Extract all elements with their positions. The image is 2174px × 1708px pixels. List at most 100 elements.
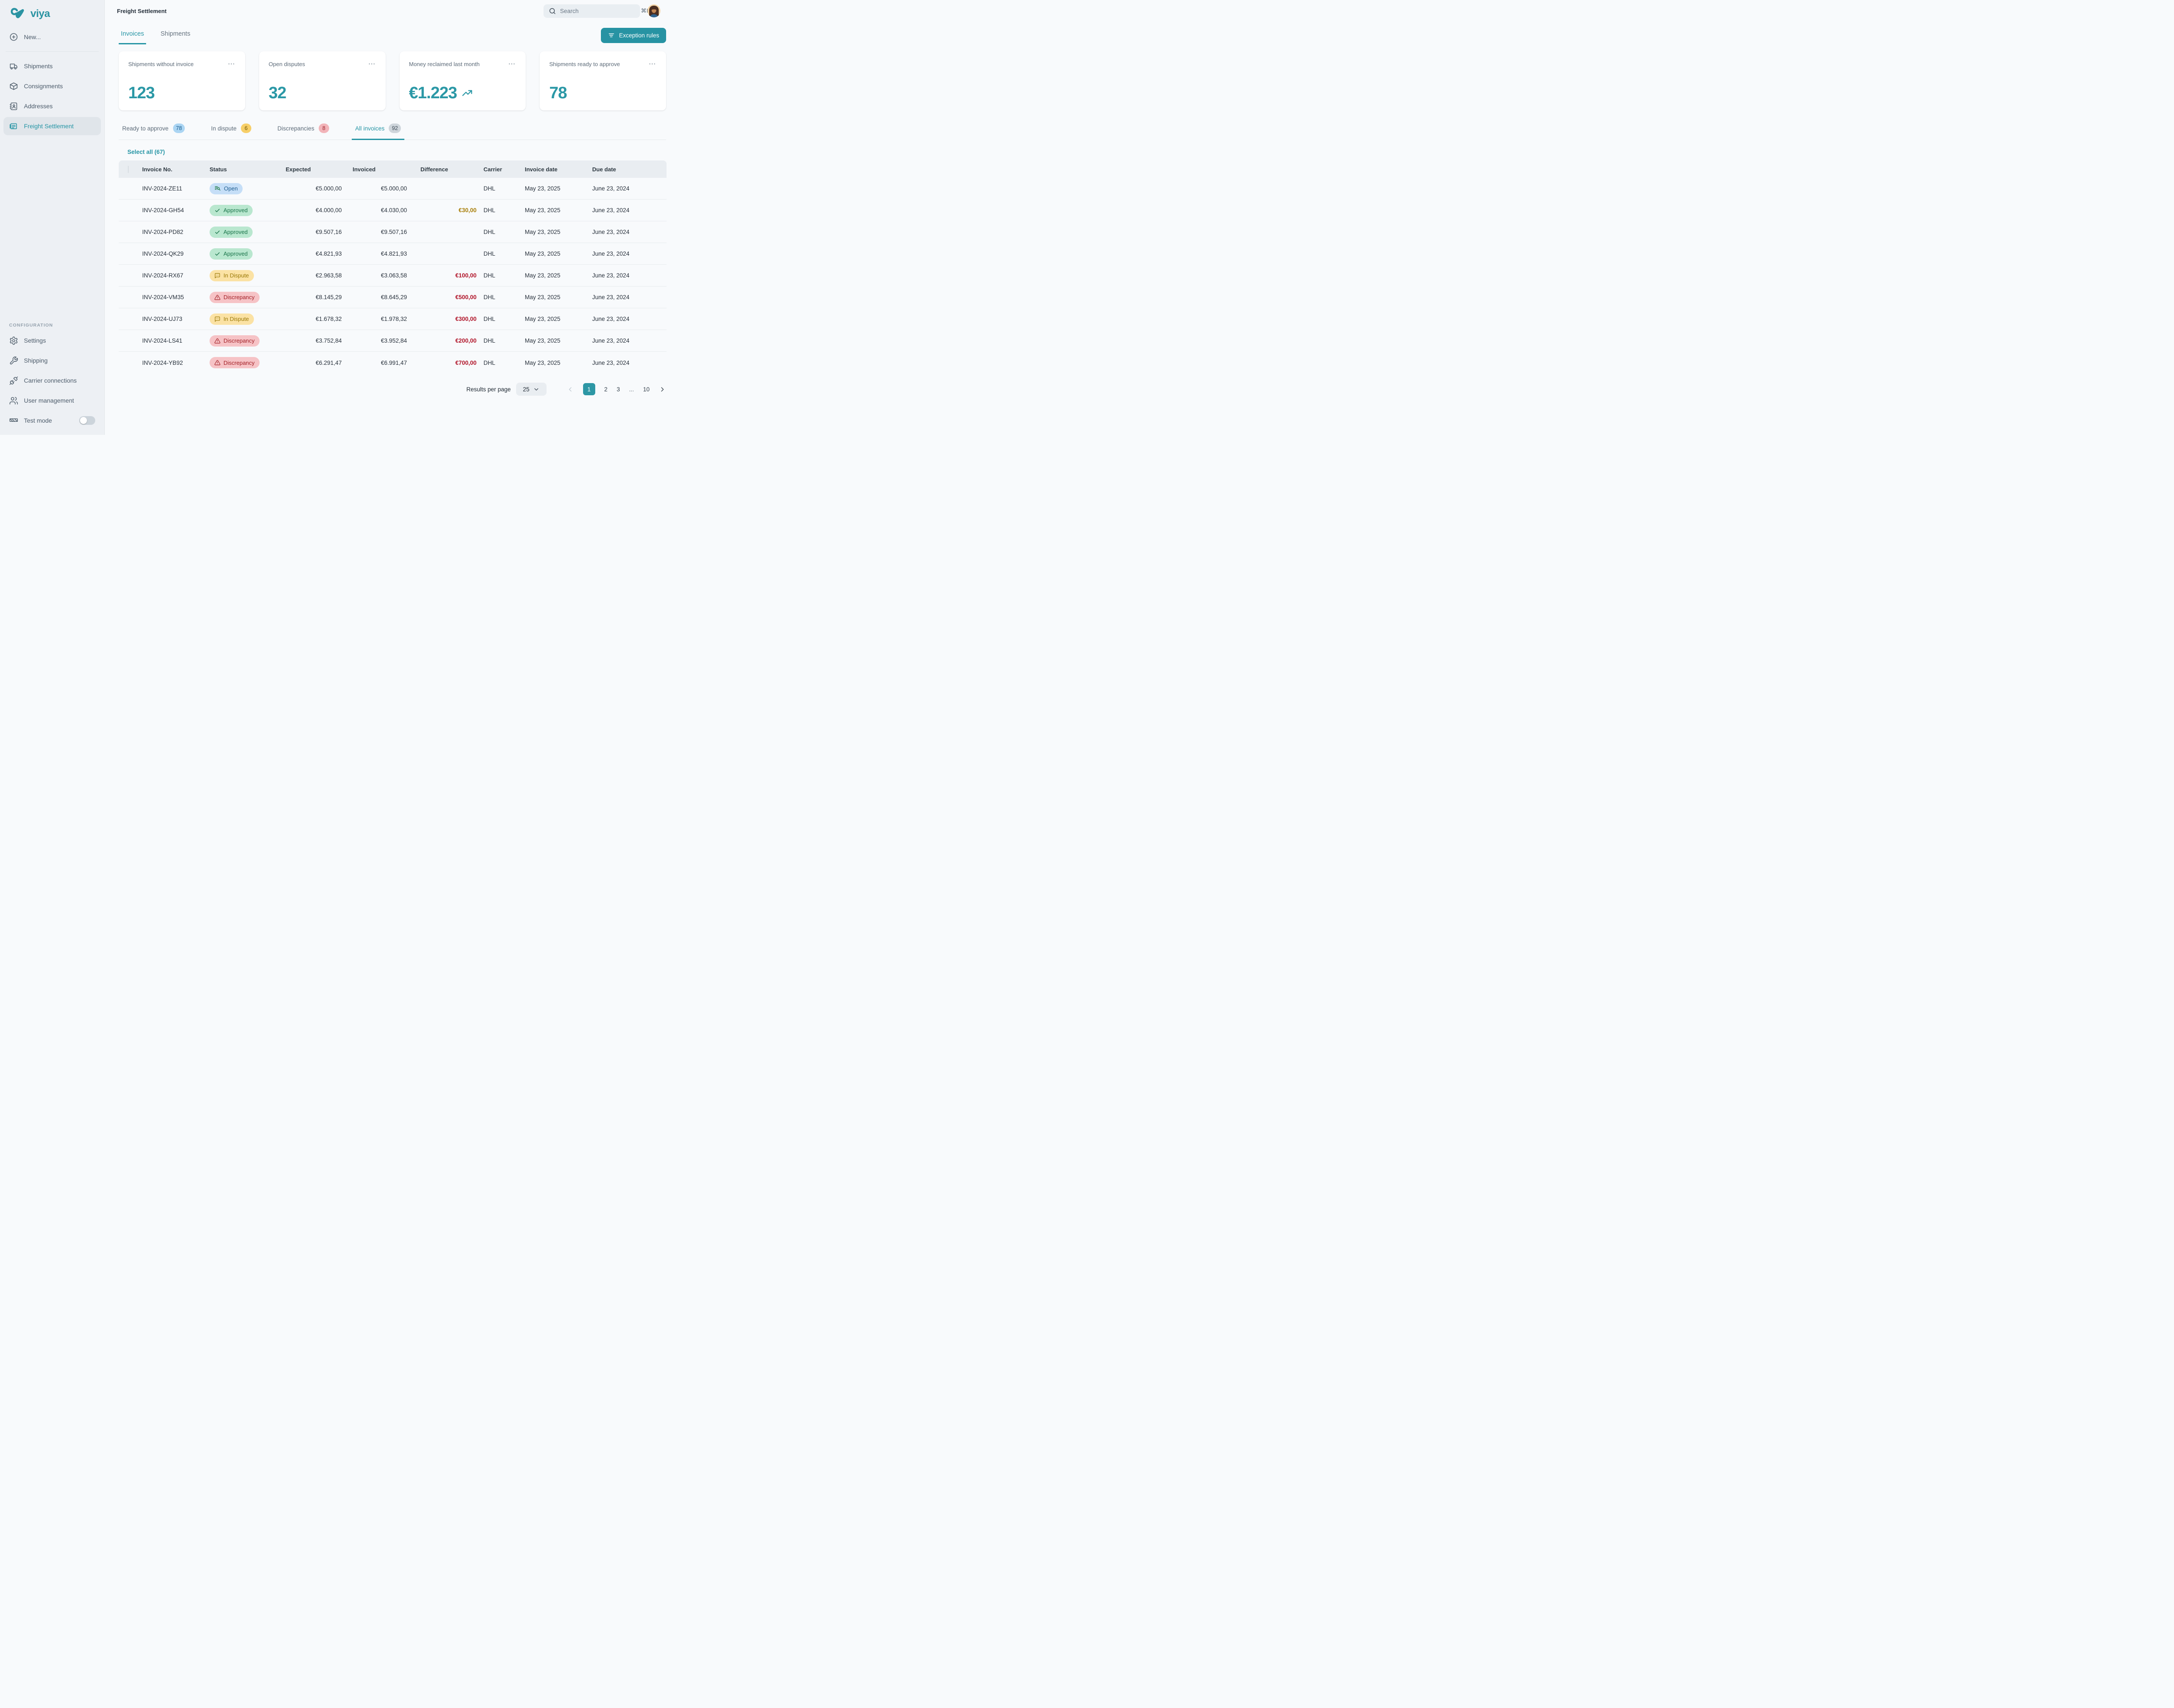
chevron-right-icon[interactable] [659,386,666,393]
card-menu-icon[interactable] [507,60,516,68]
cell-invoice-no: INV-2024-UJ73 [142,316,210,322]
main-content: Freight Settlement ⌘K [105,0,670,396]
sidebar-item-freight-settlement[interactable]: Freight Settlement [3,117,101,135]
tab-shipments[interactable]: Shipments [158,28,193,43]
cell-carrier: DHL [483,316,525,322]
filter-tab-all-invoices[interactable]: All invoices 92 [352,122,404,140]
check-icon [214,251,220,257]
users-icon [9,396,18,405]
status-badge: Discrepancy [210,335,260,347]
page-button-2[interactable]: 2 [604,386,608,393]
unplug-icon [9,376,18,385]
cell-difference: €30,00 [414,207,483,214]
status-badge: In Dispute [210,270,254,281]
per-page-select[interactable]: 25 [516,383,547,396]
cell-carrier: DHL [483,229,525,235]
per-page-value: 25 [523,386,530,393]
card-menu-icon[interactable] [367,60,376,68]
results-per-page-label: Results per page [467,386,511,393]
tab-invoices[interactable]: Invoices [119,28,146,44]
cell-due-date: June 23, 2024 [592,337,667,344]
exception-rules-button[interactable]: Exception rules [601,28,666,43]
col-invoiced: Invoiced [349,166,414,173]
cell-difference: €700,00 [414,360,483,366]
status-badge: Approved [210,227,253,238]
cell-carrier: DHL [483,250,525,257]
brand-logo[interactable]: viya [0,0,104,27]
count-badge: 92 [389,123,401,133]
primary-tabs: Invoices Shipments Exception rules [105,22,670,44]
sidebar-item-label: User management [24,397,74,404]
alert-triangle-icon [214,294,220,300]
sidebar: viya New... Shipments Consignments [0,0,105,435]
filter-tab-discrepancies[interactable]: Discrepancies 8 [274,122,333,140]
sidebar-item-consignments[interactable]: Consignments [3,77,101,95]
col-invoice-no: Invoice No. [142,166,210,173]
page-button-1[interactable]: 1 [583,383,595,395]
global-search[interactable]: ⌘K [544,4,640,18]
page-ellipsis: ... [629,386,634,393]
status-badge: Open [210,183,243,194]
select-all-link[interactable]: Select all (67) [127,149,666,155]
message-square-icon [214,273,220,279]
select-all-checkbox[interactable] [128,166,129,173]
page-button-10[interactable]: 10 [643,386,650,393]
table-header: Invoice No. Status Expected Invoiced Dif… [119,160,667,178]
test-mode-toggle[interactable] [79,416,95,425]
sidebar-item-test-mode: Test mode [3,411,101,430]
filter-tab-ready-to-approve[interactable]: Ready to approve 78 [119,122,188,140]
cell-invoiced: €5.000,00 [349,185,414,192]
viya-logo-icon [10,7,27,21]
sidebar-item-shipments[interactable]: Shipments [3,57,101,75]
cell-invoiced: €3.952,84 [349,337,414,344]
cell-due-date: June 23, 2024 [592,185,667,192]
cell-invoice-date: May 23, 2025 [525,207,592,214]
configuration-section-label: CONFIGURATION [0,323,104,330]
cell-invoiced: €6.991,47 [349,360,414,366]
search-input[interactable] [560,8,637,14]
invoice-icon [9,122,18,131]
sidebar-item-user-management[interactable]: User management [3,391,101,410]
sidebar-item-new[interactable]: New... [3,28,101,46]
card-menu-icon[interactable] [648,60,657,68]
chevron-down-icon [533,386,540,393]
stat-card-shipments-without-invoice: Shipments without invoice 123 [119,51,245,110]
exception-rules-label: Exception rules [619,32,659,39]
sidebar-item-shipping[interactable]: Shipping [3,351,101,370]
cell-invoiced: €9.507,16 [349,229,414,235]
sidebar-item-addresses[interactable]: Addresses [3,97,101,115]
cell-expected: €4.000,00 [283,207,349,214]
cell-due-date: June 23, 2024 [592,316,667,322]
cell-invoice-date: May 23, 2025 [525,294,592,300]
table-row: INV-2024-GH54 Approved €4.000,00 €4.030,… [119,200,667,221]
cell-invoice-no: INV-2024-RX67 [142,272,210,279]
search-icon [549,7,556,15]
card-value: €1.223 [409,84,457,103]
sidebar-item-label: Settings [24,337,46,344]
user-avatar[interactable] [647,4,660,17]
cell-invoiced: €1.978,32 [349,316,414,322]
cell-invoice-date: May 23, 2025 [525,360,592,366]
filter-tab-label: Discrepancies [277,125,314,132]
pagination: 1 2 3 ... 10 [567,383,666,395]
truck-icon [9,62,18,71]
stat-card-money-reclaimed: Money reclaimed last month €1.223 [400,51,526,110]
cell-carrier: DHL [483,207,525,214]
package-icon [9,82,18,91]
card-menu-icon[interactable] [227,60,236,68]
col-difference: Difference [414,166,483,173]
cell-carrier: DHL [483,272,525,279]
cell-carrier: DHL [483,337,525,344]
cell-invoice-no: INV-2024-QK29 [142,250,210,257]
gear-icon [9,336,18,345]
status-badge: Approved [210,205,253,216]
sidebar-item-label: New... [24,33,41,40]
page-button-3[interactable]: 3 [617,386,620,393]
address-book-icon [9,102,18,111]
chevron-left-icon[interactable] [567,386,574,393]
table-row: INV-2024-UJ73 In Dispute €1.678,32 €1.97… [119,308,667,330]
sidebar-item-label: Test mode [24,417,52,424]
filter-tab-in-dispute[interactable]: In dispute 6 [207,122,255,140]
sidebar-item-carrier-connections[interactable]: Carrier connections [3,371,101,390]
sidebar-item-settings[interactable]: Settings [3,331,101,350]
